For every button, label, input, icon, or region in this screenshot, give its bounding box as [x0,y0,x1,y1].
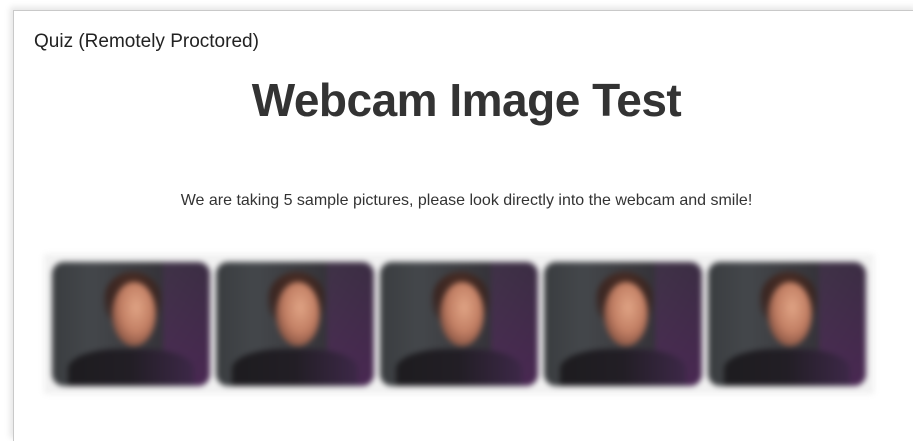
webcam-sample-image [708,262,866,386]
quiz-title: Quiz (Remotely Proctored) [34,31,259,52]
page-title: Webcam Image Test [251,74,682,126]
webcam-sample-image [544,262,702,386]
instructions-text: We are taking 5 sample pictures, please … [180,192,753,209]
webcam-sample-image [216,262,374,386]
webcam-sample-strip [44,254,874,394]
webcam-sample-image [52,262,210,386]
webcam-sample-image [380,262,538,386]
